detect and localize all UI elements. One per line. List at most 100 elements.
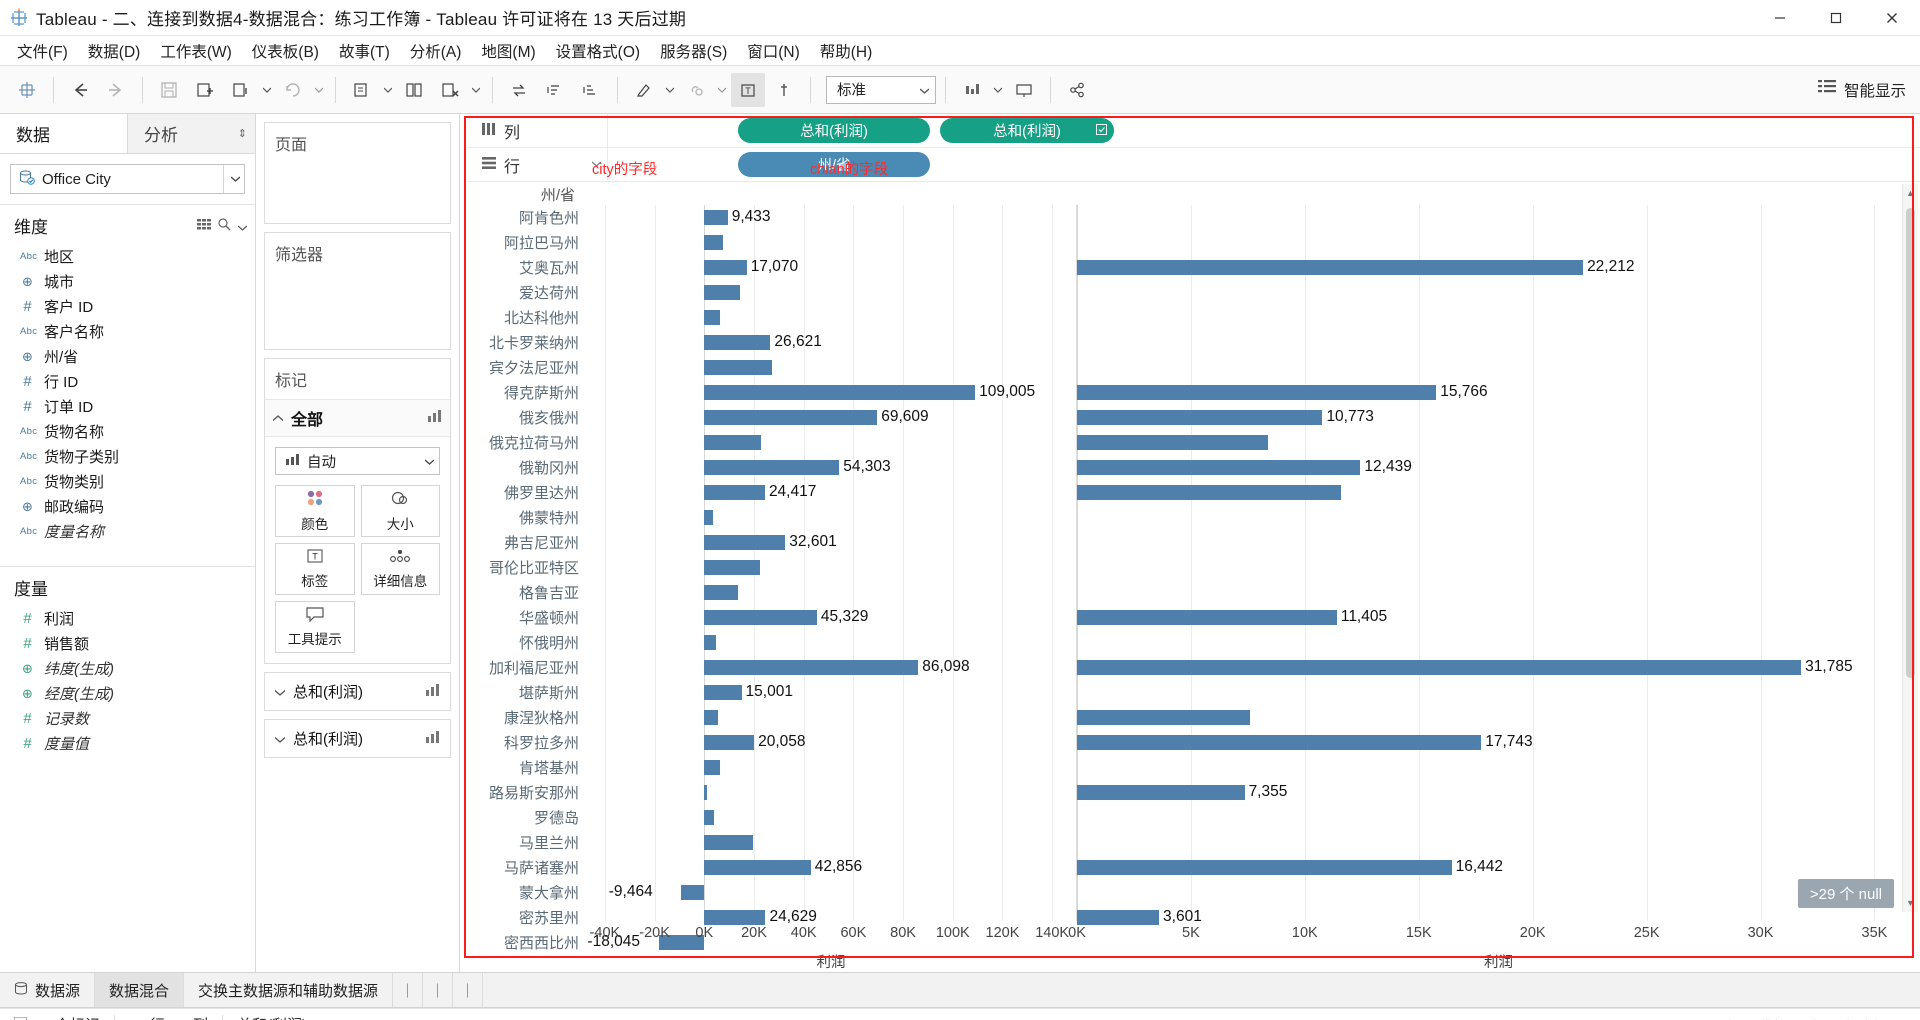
scroll-up-arrow-icon[interactable]: ▲ xyxy=(1903,184,1918,202)
mark-type-dropdown[interactable]: 自动 xyxy=(275,447,440,475)
chevron-down-icon[interactable] xyxy=(274,683,286,700)
clear-marks-icon[interactable] xyxy=(433,73,467,107)
row-label[interactable]: 马里兰州 xyxy=(460,830,585,855)
bar-mark[interactable] xyxy=(704,310,720,325)
group-caret-icon[interactable] xyxy=(715,73,729,107)
field-profit[interactable]: # 利润 xyxy=(0,606,255,631)
bar-mark[interactable] xyxy=(1077,660,1802,675)
bar-mark[interactable] xyxy=(1077,460,1361,475)
show-mark-labels-icon[interactable]: T xyxy=(731,72,765,107)
field-product-name[interactable]: Abc 货物名称 xyxy=(0,419,255,444)
forward-arrow-icon[interactable] xyxy=(99,73,133,107)
row-label[interactable]: 加利福尼亚州 xyxy=(460,655,585,680)
bar-mark[interactable] xyxy=(704,385,976,400)
row-label[interactable]: 华盛顿州 xyxy=(460,605,585,630)
row-label[interactable]: 俄亥俄州 xyxy=(460,405,585,430)
bar-mark[interactable] xyxy=(704,860,811,875)
swap-axes-icon[interactable] xyxy=(502,73,536,107)
field-measure-names[interactable]: Abc 度量名称 xyxy=(0,519,255,544)
bar-mark[interactable] xyxy=(704,760,721,775)
sheet-tab-swap-datasources[interactable]: 交换主数据源和辅助数据源 xyxy=(184,973,394,1007)
row-label[interactable]: 佛蒙特州 xyxy=(460,505,585,530)
row-label[interactable]: 阿肯色州 xyxy=(460,205,585,230)
menu-dashboard[interactable]: 仪表板(B) xyxy=(243,36,328,66)
highlight-icon[interactable] xyxy=(627,73,661,107)
new-story-tab-button[interactable] xyxy=(453,973,484,1007)
field-city[interactable]: ⊕ 城市 xyxy=(0,269,255,294)
bar-mark[interactable] xyxy=(704,535,786,550)
marks-measure-card-1[interactable]: 总和(利润) xyxy=(264,672,451,711)
columns-drop-zone[interactable]: 总和(利润) 总和(利润) xyxy=(608,114,1920,147)
bar-mark[interactable] xyxy=(704,560,761,575)
tableau-home-icon[interactable] xyxy=(10,73,44,107)
new-dashboard-tab-button[interactable] xyxy=(423,973,454,1007)
refresh-caret-icon[interactable] xyxy=(312,73,326,107)
row-label[interactable]: 俄勒冈州 xyxy=(460,455,585,480)
save-icon[interactable] xyxy=(152,73,186,107)
row-label[interactable]: 肯塔基州 xyxy=(460,755,585,780)
bar-mark[interactable] xyxy=(1077,485,1342,500)
columns-shelf[interactable]: 列 总和(利润) 总和(利润) xyxy=(468,114,1920,148)
field-measure-values[interactable]: # 度量值 xyxy=(0,731,255,756)
presentation-pin-icon[interactable] xyxy=(767,73,801,107)
rows-drop-zone[interactable]: 州/省 xyxy=(608,148,1920,181)
menu-help[interactable]: 帮助(H) xyxy=(811,36,882,66)
share-icon[interactable] xyxy=(1060,73,1094,107)
row-label[interactable]: 康涅狄格州 xyxy=(460,705,585,730)
menu-format[interactable]: 设置格式(O) xyxy=(547,36,649,66)
close-button[interactable] xyxy=(1864,0,1920,36)
menu-map[interactable]: 地图(M) xyxy=(472,36,544,66)
clear-marks-caret-icon[interactable] xyxy=(469,73,483,107)
sheet-tab-data-blending[interactable]: 数据混合 xyxy=(95,973,185,1007)
group-members-icon[interactable] xyxy=(679,73,713,107)
bar-mark[interactable] xyxy=(1077,260,1584,275)
bar-mark[interactable] xyxy=(704,510,714,525)
bar-mark[interactable] xyxy=(704,435,761,450)
tooltip-button[interactable]: 工具提示 xyxy=(275,601,355,653)
highlight-caret-icon[interactable] xyxy=(663,73,677,107)
chart-pane-chian[interactable]: 22,212 15,766 10,773 12,439 11,405 31,785 17,7… xyxy=(1077,205,1920,925)
clear-caret-icon[interactable] xyxy=(381,73,395,107)
new-worksheet-tab-button[interactable] xyxy=(393,973,424,1007)
bar-mark[interactable] xyxy=(1077,410,1323,425)
fit-dropdown[interactable]: 标准 xyxy=(826,75,936,104)
sort-ascending-icon[interactable] xyxy=(538,73,572,107)
new-worksheet-icon[interactable] xyxy=(188,73,222,107)
bar-mark[interactable] xyxy=(704,685,742,700)
chart-pane-city[interactable]: 9,433 17,070 26,621 109,005 69,609 54,303 24,4… xyxy=(585,205,1077,950)
field-region[interactable]: Abc 地区 xyxy=(0,244,255,269)
row-label[interactable]: 路易斯安那州 xyxy=(460,780,585,805)
clear-sheet-icon[interactable] xyxy=(345,73,379,107)
field-postal-code[interactable]: ⊕ 邮政编码 xyxy=(0,494,255,519)
search-icon[interactable] xyxy=(218,216,231,236)
chevron-down-icon[interactable] xyxy=(274,730,286,747)
label-button[interactable]: T 标签 xyxy=(275,543,355,595)
menu-story[interactable]: 故事(T) xyxy=(330,36,399,66)
row-label[interactable]: 北达科他州 xyxy=(460,305,585,330)
grid-view-icon[interactable] xyxy=(197,216,211,236)
menu-analysis[interactable]: 分析(A) xyxy=(401,36,471,66)
row-label[interactable]: 俄克拉荷马州 xyxy=(460,430,585,455)
bar-mark[interactable] xyxy=(704,610,817,625)
bar-mark[interactable] xyxy=(1077,860,1452,875)
tab-data[interactable]: 数据 xyxy=(0,114,127,153)
vertical-scrollbar[interactable]: ▲ ▼ xyxy=(1902,184,1918,912)
detail-button[interactable]: 详细信息 xyxy=(360,543,440,595)
bar-mark[interactable] xyxy=(1077,435,1269,450)
size-button[interactable]: 大小 xyxy=(360,485,440,537)
menu-data[interactable]: 数据(D) xyxy=(79,36,150,66)
maximize-button[interactable] xyxy=(1808,0,1864,36)
row-label[interactable]: 蒙大拿州 xyxy=(460,880,585,905)
field-customer-name[interactable]: Abc 客户名称 xyxy=(0,319,255,344)
null-indicator-badge[interactable]: >29 个 null xyxy=(1797,879,1894,908)
pill-sum-profit-city[interactable]: 总和(利润) xyxy=(738,118,930,143)
bar-mark[interactable] xyxy=(704,660,919,675)
row-label[interactable]: 科罗拉多州 xyxy=(460,730,585,755)
tab-analytics[interactable]: 分析 ⇕ xyxy=(127,114,255,153)
bar-mark[interactable] xyxy=(704,735,755,750)
sort-descending-icon[interactable] xyxy=(574,73,608,107)
bar-mark[interactable] xyxy=(1077,710,1251,725)
field-longitude[interactable]: ⊕ 经度(生成) xyxy=(0,681,255,706)
fixed-axis-icon[interactable] xyxy=(955,73,989,107)
bar-mark[interactable] xyxy=(704,485,765,500)
